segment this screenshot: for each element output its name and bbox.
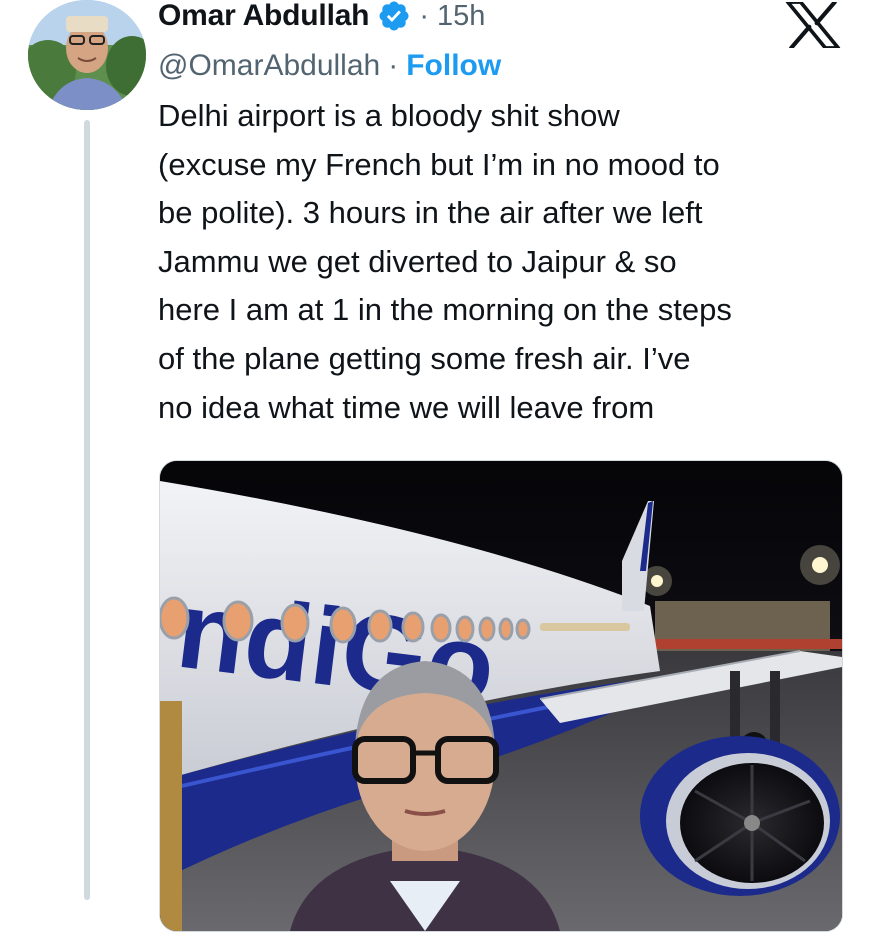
tweet-text-line: here I am at 1 in the morning on the ste… — [158, 292, 732, 328]
avatar[interactable] — [28, 0, 146, 110]
separator-dot: · — [419, 0, 429, 32]
airplane-selfie-photo: ndiGo — [160, 461, 842, 931]
handle-row: @OmarAbdullah · Follow — [158, 44, 501, 88]
tweet-text-line: of the plane getting some fresh air. I’v… — [158, 340, 691, 376]
tweet-text-line: no idea what time we will leave from — [158, 389, 655, 425]
tweet-media-photo[interactable]: ndiGo — [159, 460, 843, 932]
thread-connector-line — [84, 120, 90, 900]
profile-photo — [28, 0, 146, 110]
author-handle[interactable]: @OmarAbdullah — [158, 49, 380, 83]
tweet-text-line: (excuse my French but I’m in no mood to — [158, 146, 720, 182]
timestamp[interactable]: 15h — [437, 0, 485, 33]
x-logo-icon[interactable] — [785, 2, 841, 48]
follow-button[interactable]: Follow — [406, 49, 501, 83]
author-row: Omar Abdullah · 15h — [158, 0, 485, 38]
tweet-text: Delhi airport is a bloody shit show (exc… — [158, 92, 858, 432]
tweet-text-line: be polite). 3 hours in the air after we … — [158, 195, 703, 231]
tweet-text-line: Jammu we get diverted to Jaipur & so — [158, 243, 677, 279]
author-display-name[interactable]: Omar Abdullah — [158, 0, 370, 33]
tweet-text-line: Delhi airport is a bloody shit show — [158, 98, 620, 133]
verified-badge-icon — [379, 1, 409, 31]
separator-dot: · — [388, 49, 399, 82]
